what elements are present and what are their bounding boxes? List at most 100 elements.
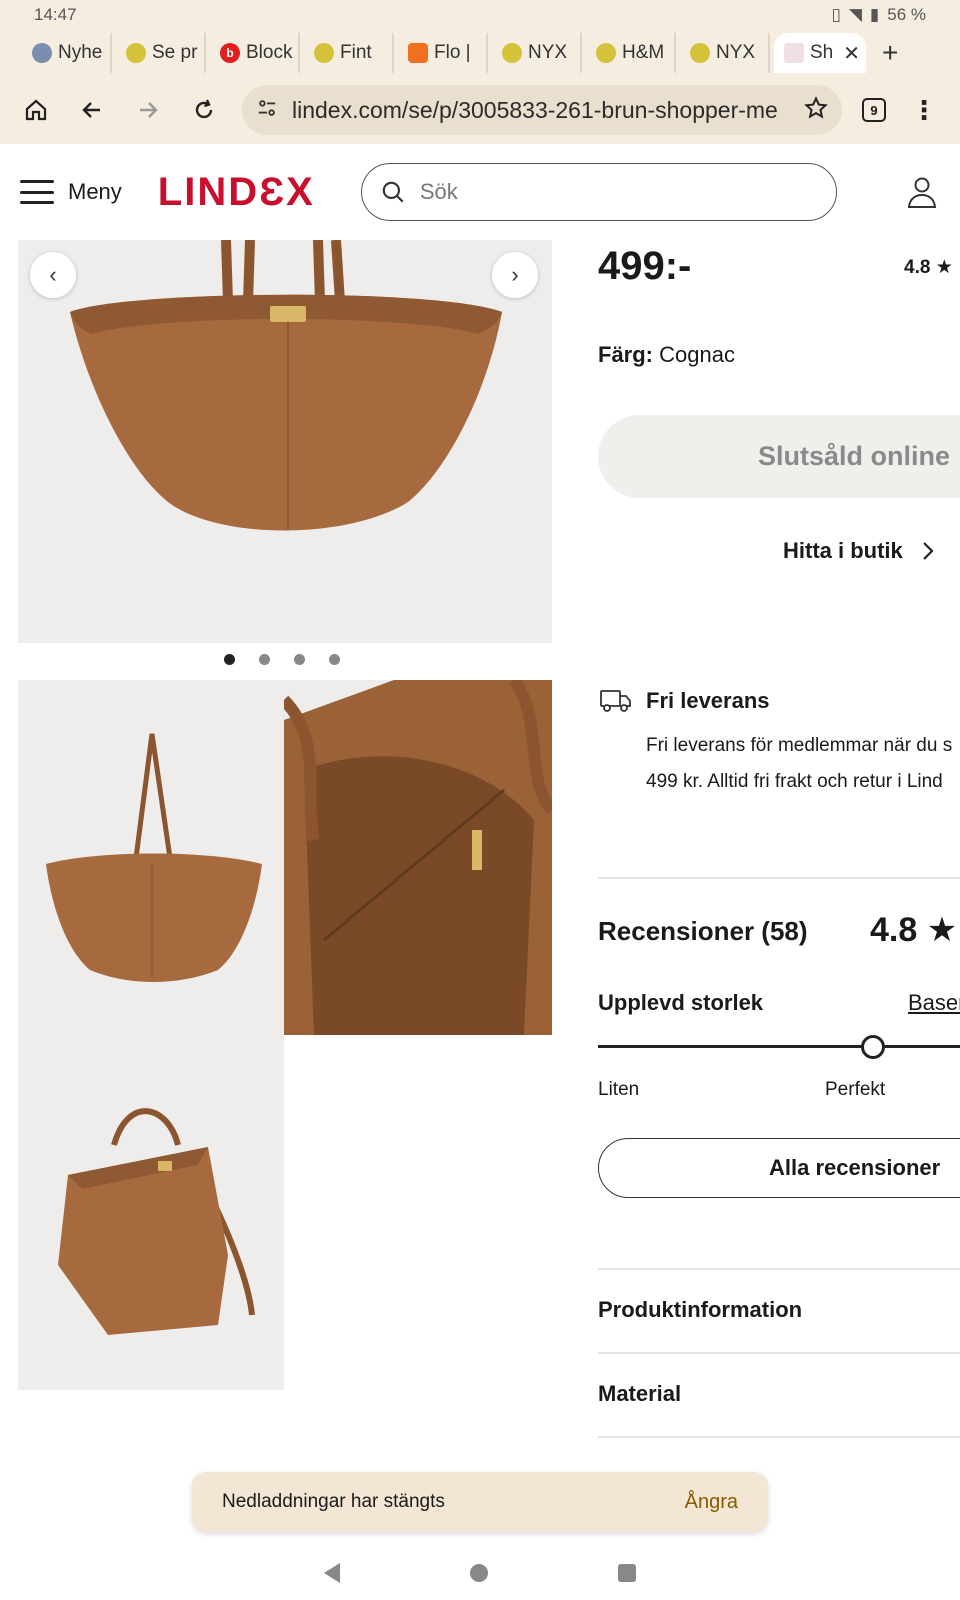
- vibrate-icon: ▯: [831, 5, 841, 24]
- tab-label: Sh: [810, 42, 834, 63]
- site-header: Meny LINDƐX Sök: [0, 144, 960, 240]
- site-settings-icon[interactable]: [256, 97, 278, 124]
- fit-title: Upplevd storlek: [598, 990, 764, 1015]
- gallery-dot[interactable]: [224, 654, 235, 665]
- rating-summary[interactable]: 4.8 ★: [904, 256, 953, 279]
- gallery-dot[interactable]: [329, 654, 340, 665]
- url-text[interactable]: lindex.com/se/p/3005833-261-brun-shopper…: [292, 97, 790, 124]
- reload-icon[interactable]: [186, 92, 222, 128]
- product-thumbnail[interactable]: [18, 680, 284, 1035]
- tab-favicon-icon: [784, 43, 804, 63]
- gallery-dot[interactable]: [259, 654, 270, 665]
- back-icon[interactable]: [74, 92, 110, 128]
- status-time: 14:47: [34, 5, 77, 24]
- color-label: Färg:: [598, 342, 653, 367]
- browser-tab[interactable]: Fint: [304, 33, 394, 73]
- lindex-logo[interactable]: LINDƐX: [158, 170, 315, 215]
- download-toast: Nedladdningar har stängts Ångra: [192, 1472, 768, 1532]
- tab-label: Nyhe: [58, 42, 103, 63]
- forward-icon[interactable]: [130, 92, 166, 128]
- divider: [598, 1352, 960, 1354]
- delivery-line: 499 kr. Alltid fri frakt och retur i Lin…: [646, 771, 943, 792]
- star-icon: ★: [935, 257, 953, 278]
- nav-back-icon[interactable]: [324, 1562, 340, 1583]
- browser-toolbar: lindex.com/se/p/3005833-261-brun-shopper…: [0, 76, 960, 144]
- delivery-truck-icon: [600, 690, 631, 712]
- new-tab-button[interactable]: +: [882, 37, 898, 69]
- fit-scale-indicator: [861, 1035, 885, 1059]
- search-placeholder: Sök: [419, 179, 458, 204]
- product-thumbnail[interactable]: [284, 680, 552, 1035]
- nav-home-icon[interactable]: [470, 1563, 488, 1582]
- browser-tab[interactable]: Se pr: [116, 33, 206, 73]
- delivery-description: Fri leverans för medlemmar när du s 499 …: [646, 728, 960, 800]
- tab-label: H&M: [622, 42, 665, 63]
- star-icon: ★: [926, 911, 958, 949]
- tab-favicon-icon: [314, 43, 334, 63]
- tab-favicon-icon: [502, 43, 522, 63]
- close-tab-icon[interactable]: ✕: [843, 41, 860, 66]
- find-in-store-link[interactable]: Hitta i butik: [783, 538, 935, 564]
- tab-favicon-icon: [596, 43, 616, 63]
- delivery-line: Fri leverans för medlemmar när du s: [646, 735, 953, 756]
- menu-label: Meny: [68, 179, 122, 204]
- home-icon[interactable]: [18, 92, 54, 128]
- browser-tab[interactable]: NYX: [680, 33, 770, 73]
- tab-strip: Nyhe Se pr b Block Fint Flo | NYX H&M NY…: [0, 30, 960, 76]
- bag-interior-image: [284, 680, 552, 1035]
- tab-label: NYX: [528, 42, 568, 63]
- menu-button[interactable]: Meny: [20, 179, 122, 205]
- address-bar[interactable]: lindex.com/se/p/3005833-261-brun-shopper…: [242, 85, 842, 135]
- status-icons: ▯ ◥ ▮ 56 %: [831, 5, 926, 25]
- reviews-score: 4.8 ★: [870, 910, 957, 950]
- product-main-image[interactable]: ‹ ›: [18, 240, 552, 643]
- all-reviews-button[interactable]: Alla recensioner: [598, 1138, 960, 1198]
- nav-recents-icon[interactable]: [618, 1563, 636, 1582]
- soldout-button[interactable]: Slutsåld online: [598, 415, 960, 498]
- fit-scale-track: [598, 1045, 960, 1048]
- tab-favicon-icon: b: [220, 43, 240, 63]
- browser-tab[interactable]: NYX: [492, 33, 582, 73]
- tab-label: Se pr: [152, 42, 198, 63]
- gallery-dot[interactable]: [294, 654, 305, 665]
- browser-tab[interactable]: Nyhe: [22, 33, 112, 73]
- color-info: Färg: Cognac: [598, 342, 735, 368]
- fit-label-perfect: Perfekt: [825, 1079, 886, 1100]
- gallery-next-button[interactable]: ›: [492, 252, 538, 298]
- browser-tab[interactable]: H&M: [586, 33, 676, 73]
- bag-front-image: [18, 240, 552, 643]
- hamburger-icon: [20, 180, 54, 204]
- fit-info-link[interactable]: Baser: [908, 990, 960, 1016]
- accordion-material[interactable]: Material: [598, 1381, 681, 1407]
- tab-label: Fint: [340, 42, 372, 63]
- chevron-right-icon: [923, 542, 934, 560]
- search-field[interactable]: Sök: [360, 163, 837, 221]
- fit-label-small: Liten: [598, 1079, 640, 1100]
- divider: [598, 877, 960, 879]
- user-account-icon[interactable]: [904, 174, 940, 210]
- accordion-product-info[interactable]: Produktinformation: [598, 1297, 802, 1323]
- tab-favicon-icon: [690, 43, 710, 63]
- browser-tab[interactable]: Flo |: [398, 33, 488, 73]
- delivery-title: Fri leverans: [646, 688, 770, 713]
- divider: [598, 1436, 960, 1438]
- bookmark-star-icon[interactable]: [804, 95, 828, 125]
- system-nav-bar: [0, 1545, 960, 1600]
- tab-label: Block: [246, 42, 293, 63]
- tab-favicon-icon: [126, 43, 146, 63]
- reviews-title: Recensioner (58): [598, 916, 808, 946]
- wifi-icon: ◥: [848, 5, 862, 24]
- toast-message: Nedladdningar har stängts: [222, 1491, 445, 1512]
- browser-tab-active[interactable]: Sh ✕: [774, 33, 866, 73]
- product-thumbnail[interactable]: [18, 1035, 284, 1390]
- find-store-label: Hitta i butik: [783, 538, 903, 563]
- gallery-prev-button[interactable]: ‹: [30, 252, 76, 298]
- all-reviews-label: Alla recensioner: [769, 1155, 941, 1180]
- toast-undo-button[interactable]: Ångra: [685, 1491, 738, 1514]
- color-value: Cognac: [659, 342, 735, 367]
- browser-tab[interactable]: b Block: [210, 33, 300, 73]
- tab-switcher-button[interactable]: 9: [862, 98, 886, 122]
- more-menu-icon[interactable]: ⋮: [906, 92, 942, 128]
- gallery-pagination: [224, 654, 340, 665]
- tab-favicon-icon: [408, 43, 428, 63]
